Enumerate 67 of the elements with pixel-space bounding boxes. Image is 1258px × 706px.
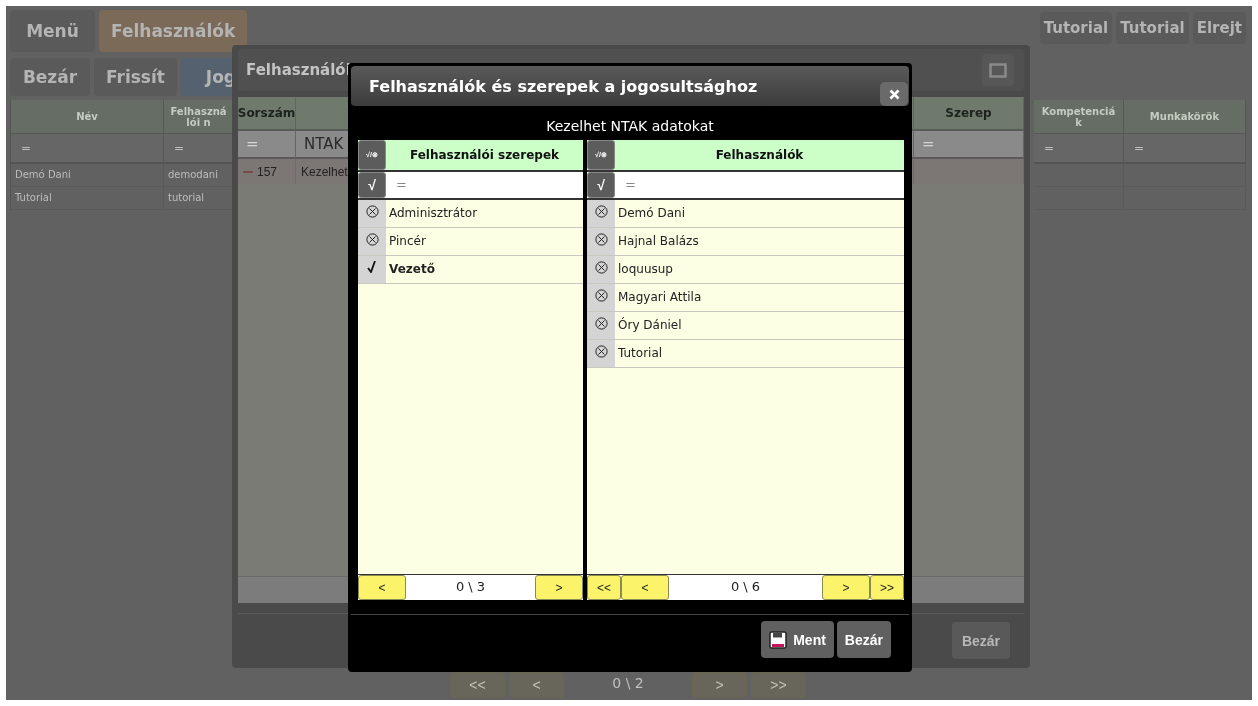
pager-button[interactable]: >> [751, 672, 806, 698]
maximize-button[interactable] [982, 54, 1014, 86]
pager-button[interactable]: >> [870, 575, 904, 600]
select-toggle[interactable] [587, 312, 615, 339]
pager-button[interactable]: > [822, 575, 870, 600]
filter-field[interactable]: = [1034, 134, 1124, 164]
column-header: Sorszám [238, 97, 296, 131]
toolbar-button[interactable]: Bezár [10, 58, 90, 96]
user-button[interactable]: Tutorial [1116, 12, 1189, 44]
select-toggle[interactable] [587, 200, 615, 227]
list-item[interactable]: Hajnal Balázs [615, 228, 702, 255]
column-heading: Felhasználók [714, 148, 805, 162]
save-button[interactable]: Ment [761, 621, 834, 658]
table-cell: Tutorial [11, 187, 164, 210]
list-item[interactable]: Vezető [386, 256, 438, 283]
pager-button[interactable]: < [509, 672, 564, 698]
page-counter: 0 \ 2 [611, 674, 645, 693]
column-header: Név [11, 100, 164, 134]
table-cell: 157 [257, 164, 278, 179]
filter-field[interactable]: = [164, 134, 234, 164]
list-item[interactable]: Magyari Attila [615, 284, 705, 311]
select-toggle[interactable] [358, 256, 386, 283]
pager-button[interactable]: < [621, 575, 669, 600]
toolbar-button[interactable]: Frissít [94, 58, 177, 96]
pager-button[interactable]: > [692, 672, 747, 698]
filter-toggle-button[interactable]: √ [358, 172, 386, 198]
page-counter: 0 \ 6 [729, 578, 762, 596]
dialog-subtitle: Kezelhet NTAK adatokat [545, 118, 715, 134]
filter-field[interactable]: = [11, 134, 164, 164]
select-toggle[interactable] [587, 340, 615, 367]
select-toggle[interactable] [587, 256, 615, 283]
filter-field[interactable]: = [615, 172, 904, 198]
user-button[interactable]: Tutorial [1039, 12, 1113, 44]
list-item[interactable]: Pincér [386, 228, 429, 255]
pager-button[interactable]: > [535, 575, 583, 600]
filter-field[interactable]: = [386, 172, 583, 198]
filter-toggle-button[interactable]: √ [587, 172, 615, 198]
select-toggle[interactable] [358, 200, 386, 227]
menu-button[interactable]: Menü [10, 10, 95, 52]
save-icon [769, 630, 788, 649]
list-item[interactable]: loquusup [615, 256, 676, 283]
column-header: Szerep [914, 97, 1024, 131]
list-item[interactable]: Adminisztrátor [386, 200, 481, 227]
select-toggle[interactable] [358, 228, 386, 255]
select-toggle[interactable] [587, 228, 615, 255]
pager-button[interactable]: << [587, 575, 621, 600]
list-item[interactable]: Tutorial [615, 340, 666, 367]
table-cell: Demó Dani [11, 164, 164, 187]
maximize-icon [989, 62, 1007, 78]
close-button[interactable]: Bezár [952, 622, 1010, 659]
dialog-title: Felhasználók és szerepek a jogosultsághoz [369, 76, 759, 96]
pager-button[interactable]: << [450, 672, 505, 698]
column-header: Munkakörök [1124, 100, 1246, 134]
close-button[interactable] [880, 82, 908, 106]
close-icon [888, 88, 900, 100]
list-item[interactable]: Demó Dani [615, 200, 688, 227]
user-button[interactable]: Elrejt [1192, 12, 1246, 44]
column-header: Felhasználói n [164, 100, 234, 134]
column-header: Kompetenciák [1034, 100, 1124, 134]
column-heading: Felhasználói szerepek [408, 148, 561, 162]
filter-field[interactable]: = [1124, 134, 1246, 164]
pager-button[interactable]: < [358, 575, 406, 600]
close-button[interactable]: Bezár [836, 621, 891, 658]
page-counter: 0 \ 3 [454, 578, 487, 596]
table-cell: Kezelhet [301, 164, 348, 179]
list-item[interactable]: Óry Dániel [615, 312, 685, 339]
select-toggle[interactable] [587, 284, 615, 311]
